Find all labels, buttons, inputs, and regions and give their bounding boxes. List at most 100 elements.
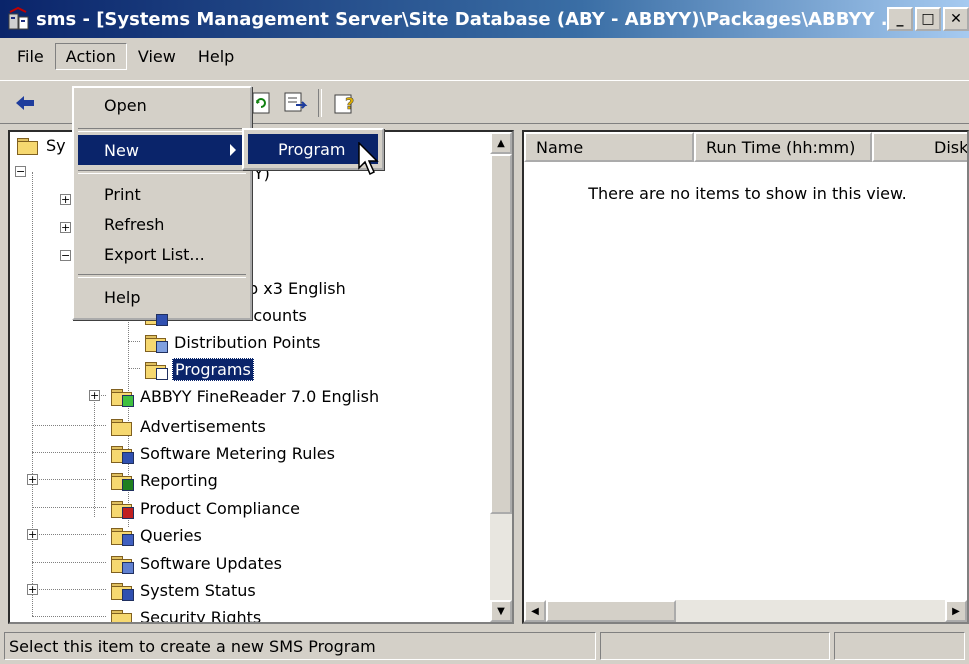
- tree-item-label: Security Rights: [140, 607, 262, 624]
- triangle-right-icon: ▶: [952, 605, 960, 617]
- tree-item-label: Software Metering Rules: [140, 443, 335, 463]
- tree-item-label: Product Compliance: [140, 498, 301, 518]
- maximize-icon: □: [921, 11, 935, 27]
- tree-item-label: System Status: [140, 580, 256, 600]
- tree-guide-line: [32, 425, 106, 426]
- tree-scroll-thumb[interactable]: [490, 154, 512, 514]
- tree-item-software-updates[interactable]: Software Updates: [110, 550, 284, 576]
- sms-app-icon[interactable]: [6, 6, 32, 32]
- tree-expand-toggle[interactable]: +: [60, 194, 71, 205]
- title-bar[interactable]: sms - [Systems Management Server\Site Da…: [0, 0, 969, 38]
- menu-action[interactable]: Action: [54, 42, 127, 70]
- tree-item-security-rights[interactable]: Security Rights: [110, 604, 263, 624]
- maximize-button[interactable]: □: [915, 7, 941, 31]
- tree-item-reporting[interactable]: Reporting: [110, 467, 220, 493]
- scroll-up-button[interactable]: ▲: [490, 132, 512, 154]
- tree-item-product-compliance[interactable]: Product Compliance: [110, 495, 302, 521]
- tree-guide-line: [32, 172, 33, 616]
- programs-folder-icon: [144, 359, 168, 380]
- tree-item-label: Queries: [140, 525, 202, 545]
- tree-vertical-scrollbar[interactable]: ▲ ▼: [490, 132, 512, 622]
- export-list-icon[interactable]: [282, 90, 308, 116]
- site-database-icon: [16, 135, 38, 155]
- tree-guide-line: [32, 589, 106, 590]
- tree-item-system-status[interactable]: System Status: [110, 577, 258, 603]
- mouse-pointer-icon: [358, 142, 379, 176]
- menu-separator: [78, 170, 246, 174]
- tree-guide-line: [32, 562, 106, 563]
- tree-item-software-metering-rules[interactable]: Software Metering Rules: [110, 440, 337, 466]
- list-horizontal-scrollbar[interactable]: ◀ ▶: [524, 600, 967, 622]
- menu-item-export-list[interactable]: Export List...: [78, 239, 246, 269]
- menu-item-label: Program: [278, 139, 346, 159]
- distribution-points-folder-icon: [144, 332, 168, 353]
- tree-collapse-toggle[interactable]: −: [60, 250, 71, 261]
- tree-guide-line: [32, 479, 106, 480]
- tree-item-distribution-points[interactable]: Distribution Points: [144, 329, 323, 355]
- results-list-pane[interactable]: Name Run Time (hh:mm) Disk There are no …: [522, 130, 969, 624]
- menu-bar: File Action View Help: [0, 40, 969, 72]
- tree-item-label: ABBYY FineReader 7.0 English: [140, 386, 380, 406]
- triangle-up-icon: ▲: [497, 137, 505, 149]
- reporting-folder-icon: [110, 470, 134, 491]
- tree-expand-toggle[interactable]: +: [27, 529, 38, 540]
- menu-item-print[interactable]: Print: [78, 179, 246, 209]
- software-metering-folder-icon: [110, 443, 134, 464]
- menu-item-help[interactable]: Help: [78, 282, 246, 312]
- menu-item-label: Print: [104, 184, 141, 204]
- package-icon: [110, 386, 134, 407]
- tree-guide-line: [32, 616, 106, 617]
- tree-item-label: Programs: [172, 357, 254, 381]
- tree-expand-toggle[interactable]: +: [27, 584, 38, 595]
- menu-item-label: New: [104, 140, 139, 160]
- tree-item-label: Software Updates: [140, 553, 282, 573]
- scroll-left-button[interactable]: ◀: [524, 600, 546, 622]
- tree-item-package[interactable]: p x3 English: [246, 275, 348, 301]
- menu-item-new[interactable]: New: [78, 135, 246, 165]
- advertisements-folder-icon: [110, 416, 132, 436]
- tree-item-label: Distribution Points: [174, 332, 321, 352]
- menu-separator: [78, 128, 246, 132]
- empty-list-message: There are no items to show in this view.: [588, 184, 907, 203]
- tree-item-abbyy-finereader[interactable]: ABBYY FineReader 7.0 English: [110, 383, 381, 409]
- product-compliance-folder-icon: [110, 498, 134, 519]
- menu-item-label: Export List...: [104, 244, 205, 264]
- close-icon: ✕: [950, 11, 962, 27]
- column-header-run-time[interactable]: Run Time (hh:mm): [694, 132, 872, 162]
- tree-expand-toggle[interactable]: +: [89, 390, 100, 401]
- menu-item-label: Refresh: [104, 214, 165, 234]
- tree-item-programs[interactable]: Programs: [144, 356, 254, 382]
- tree-item-label: Reporting: [140, 470, 218, 490]
- triangle-left-icon: ◀: [531, 605, 539, 617]
- queries-folder-icon: [110, 525, 134, 546]
- menu-help[interactable]: Help: [187, 43, 245, 70]
- menu-item-label: Help: [104, 287, 141, 307]
- tree-guide-line: [128, 368, 140, 369]
- column-header-name[interactable]: Name: [524, 132, 694, 162]
- tree-item-root[interactable]: Sy: [16, 132, 68, 158]
- minimize-icon: _: [896, 11, 904, 27]
- menu-item-refresh[interactable]: Refresh: [78, 209, 246, 239]
- tree-expand-toggle[interactable]: +: [60, 222, 71, 233]
- software-updates-folder-icon: [110, 553, 134, 574]
- tree-item-queries[interactable]: Queries: [110, 522, 204, 548]
- minimize-button[interactable]: _: [887, 7, 913, 31]
- scroll-down-button[interactable]: ▼: [490, 600, 512, 622]
- back-arrow-icon[interactable]: [12, 90, 38, 116]
- column-header-disk[interactable]: Disk: [872, 132, 967, 162]
- menu-file[interactable]: File: [6, 43, 55, 70]
- tree-collapse-toggle[interactable]: −: [15, 166, 26, 177]
- tree-item-label: Advertisements: [140, 416, 266, 436]
- tree-guide-line: [94, 397, 95, 517]
- tree-item-label: Sy: [46, 135, 66, 155]
- menu-view[interactable]: View: [127, 43, 187, 70]
- help-question-icon[interactable]: ?: [332, 90, 358, 116]
- menu-item-open[interactable]: Open: [78, 90, 246, 120]
- tree-expand-toggle[interactable]: +: [27, 474, 38, 485]
- menu-item-label: Open: [104, 95, 147, 115]
- close-button[interactable]: ✕: [943, 7, 969, 31]
- action-menu: Open New Print Refresh Export List... He…: [72, 86, 252, 320]
- tree-item-advertisements[interactable]: Advertisements: [110, 413, 268, 439]
- list-scroll-thumb[interactable]: [546, 600, 676, 622]
- scroll-right-button[interactable]: ▶: [945, 600, 967, 622]
